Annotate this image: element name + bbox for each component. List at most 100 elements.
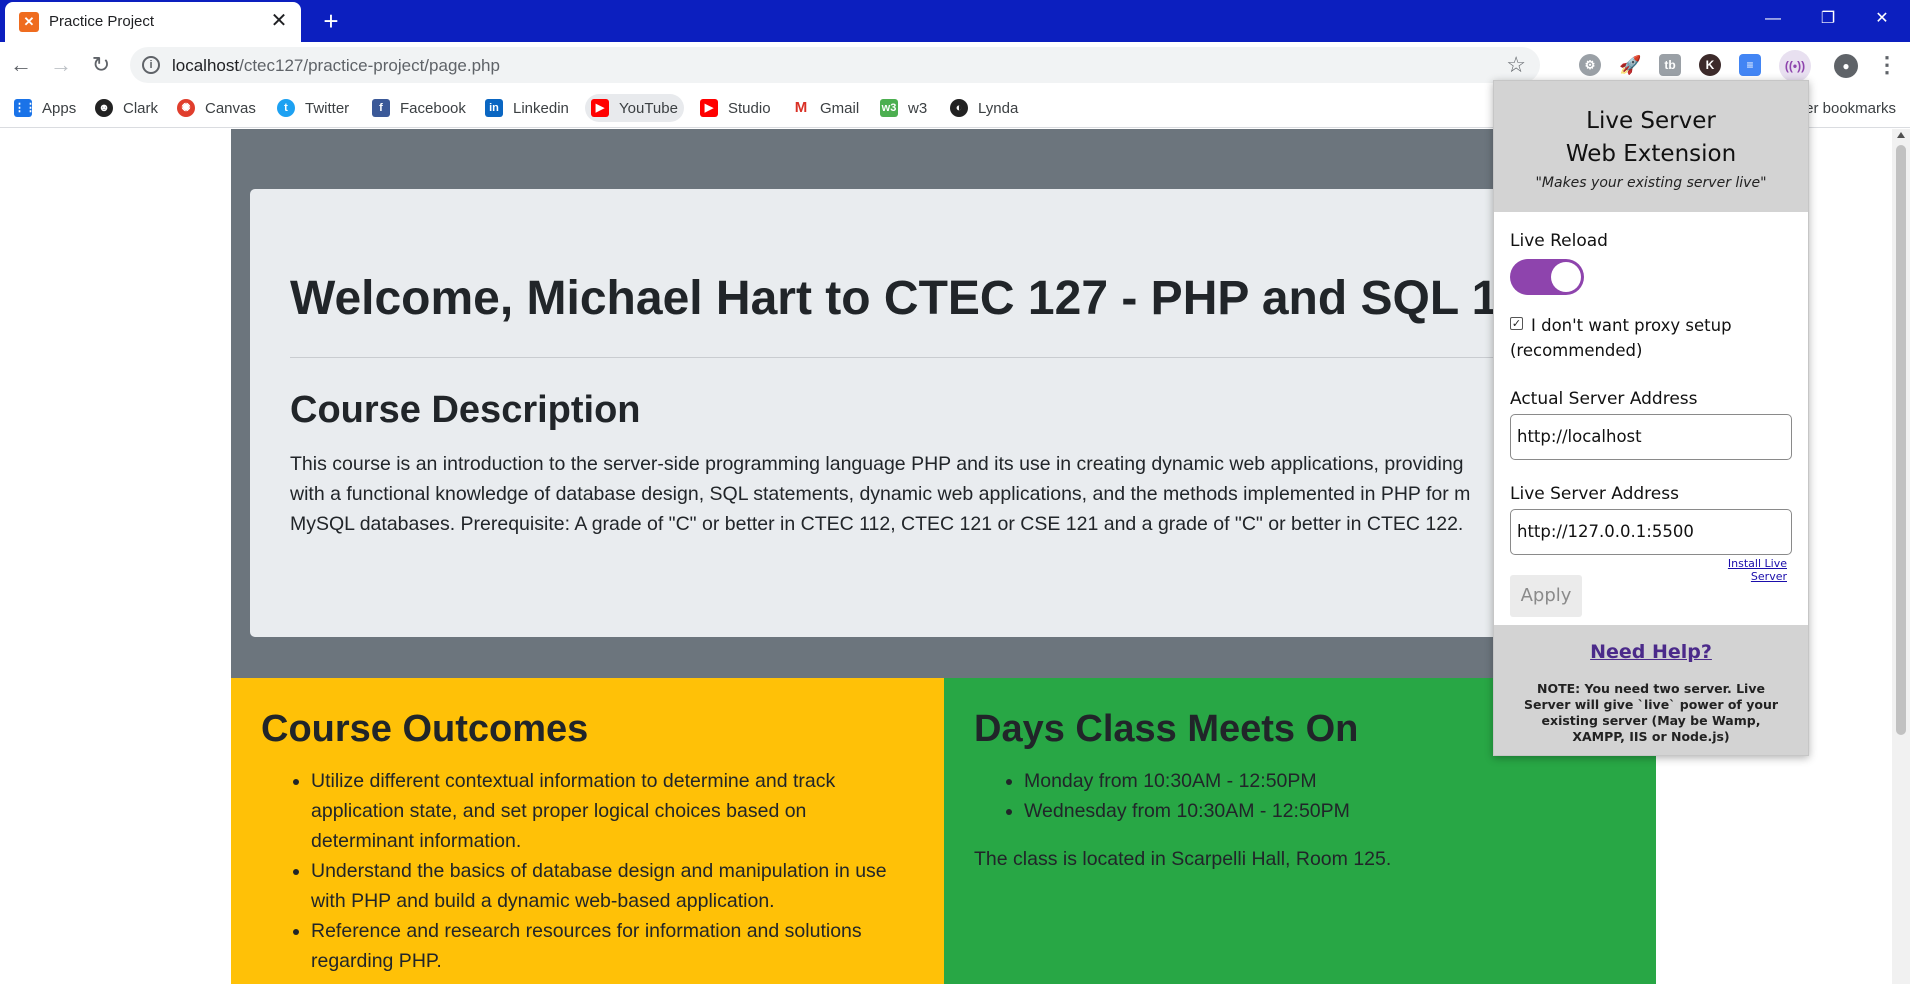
tb-extension-icon[interactable]: tb — [1659, 54, 1681, 76]
proxy-checkbox-label: I don't want proxy setup (recommended) — [1510, 316, 1732, 360]
live-server-label: Live Server Address — [1510, 484, 1679, 504]
live-server-extension-icon[interactable]: ((•)) — [1779, 50, 1811, 82]
description-line: This course is an introduction to the se… — [290, 453, 1464, 475]
description-line: MySQL databases. Prerequisite: A grade o… — [290, 513, 1464, 535]
live-server-input[interactable]: http://127.0.0.1:5500 — [1510, 509, 1792, 555]
apply-button[interactable]: Apply — [1510, 575, 1582, 617]
bookmark-label: Apps — [42, 99, 77, 117]
bookmark-youtube[interactable]: ▶ YouTube — [585, 94, 684, 122]
close-window-button[interactable]: ✕ — [1854, 0, 1910, 40]
install-live-server-link[interactable]: Install Live Server — [1689, 557, 1787, 583]
rocket-extension-icon[interactable]: 🚀 — [1619, 54, 1641, 76]
clark-logo-icon: ☻ — [95, 99, 113, 117]
jumbotron: Welcome, Michael Hart to CTEC 127 - PHP … — [250, 189, 1637, 637]
course-description-heading: Course Description — [290, 389, 641, 431]
bookmark-label: Gmail — [820, 99, 860, 117]
lynda-icon: ◐ — [950, 99, 968, 117]
scroll-up-arrow-icon[interactable] — [1897, 132, 1905, 138]
facebook-icon: f — [372, 99, 390, 117]
linkedin-icon: in — [485, 99, 503, 117]
gear-extension-icon[interactable]: ⚙ — [1579, 54, 1601, 76]
list-item: Utilize different contextual information… — [311, 766, 901, 856]
list-item: Understand the basics of database design… — [311, 856, 901, 916]
url-host: localhost — [172, 56, 240, 75]
course-description-text: This course is an introduction to the se… — [290, 449, 1590, 539]
site-info-icon[interactable]: i — [142, 56, 160, 74]
bookmark-canvas[interactable]: ✺ Canvas — [171, 94, 262, 122]
welcome-heading: Welcome, Michael Hart to CTEC 127 - PHP … — [290, 272, 1499, 325]
popup-note: NOTE: You need two server. Live Server w… — [1523, 681, 1779, 744]
twitter-icon: t — [277, 99, 295, 117]
bookmark-label: Twitter — [305, 99, 350, 117]
description-line: with a functional knowledge of database … — [290, 483, 1471, 505]
bookmark-w3[interactable]: w3 w3 — [874, 94, 933, 122]
divider — [290, 357, 1610, 358]
scrollbar-thumb[interactable] — [1896, 145, 1906, 735]
bookmark-label: Linkedin — [513, 99, 569, 117]
tab-title: Practice Project — [49, 13, 155, 30]
bookmark-label: YouTube — [619, 99, 678, 117]
class-location-text: The class is located in Scarpelli Hall, … — [974, 848, 1392, 870]
bookmark-label: Facebook — [400, 99, 466, 117]
address-bar[interactable]: i localhost/ctec127/practice-project/pag… — [130, 47, 1540, 83]
need-help-link[interactable]: Need Help? — [1494, 641, 1808, 663]
list-item: Monday from 10:30AM - 12:50PM — [1024, 766, 1614, 796]
list-extension-icon[interactable]: ≡ — [1739, 54, 1761, 76]
bookmark-label: Canvas — [205, 99, 256, 117]
page-scrollbar[interactable] — [1892, 129, 1910, 984]
live-server-popup: Live Server Web Extension "Makes your ex… — [1493, 80, 1809, 756]
list-item: Reference and research resources for inf… — [311, 916, 901, 976]
restore-button[interactable]: ❐ — [1800, 0, 1856, 40]
popup-title-line: Web Extension — [1565, 141, 1737, 167]
bookmark-linkedin[interactable]: in Linkedin — [479, 94, 575, 122]
browser-title-bar: ✕ Practice Project ✕ + — ❐ ✕ — [0, 0, 1910, 42]
popup-tagline: "Makes your existing server live" — [1535, 175, 1767, 191]
bookmark-label: Lynda — [978, 99, 1019, 117]
live-reload-toggle[interactable] — [1510, 259, 1584, 295]
class-days-list: Monday from 10:30AM - 12:50PM Wednesday … — [1024, 766, 1614, 826]
bookmark-label: Clark — [123, 99, 159, 117]
xampp-favicon-icon: ✕ — [19, 12, 39, 32]
class-days-heading: Days Class Meets On — [974, 708, 1359, 750]
actual-server-input[interactable]: http://localhost — [1510, 414, 1792, 460]
course-outcomes-heading: Course Outcomes — [261, 708, 589, 750]
k-extension-icon[interactable]: K — [1699, 54, 1721, 76]
new-tab-button[interactable]: + — [316, 6, 346, 36]
popup-header: Live Server Web Extension "Makes your ex… — [1494, 81, 1808, 212]
browser-tab-active[interactable]: ✕ Practice Project ✕ — [5, 2, 301, 42]
popup-footer: Need Help? NOTE: You need two server. Li… — [1494, 625, 1808, 755]
bookmark-facebook[interactable]: f Facebook — [366, 94, 472, 122]
popup-title-line: Live Server — [1586, 108, 1716, 134]
reload-icon[interactable]: ↻ — [86, 50, 116, 80]
tab-close-icon[interactable]: ✕ — [267, 9, 291, 33]
bookmark-label: Studio — [728, 99, 771, 117]
list-item: Wednesday from 10:30AM - 12:50PM — [1024, 796, 1614, 826]
jumbotron-container: Welcome, Michael Hart to CTEC 127 - PHP … — [231, 129, 1656, 678]
bookmark-twitter[interactable]: t Twitter — [271, 94, 355, 122]
course-outcomes-panel: Course Outcomes Utilize different contex… — [231, 678, 944, 984]
bookmark-apps[interactable]: ⋮⋮ Apps — [8, 94, 82, 122]
gmail-icon: M — [792, 99, 810, 117]
bookmark-clark[interactable]: ☻ Clark — [89, 94, 164, 122]
menu-kebab-icon[interactable]: ⋮ — [1872, 50, 1902, 80]
bookmark-label: w3 — [908, 99, 928, 117]
w3schools-icon: w3 — [880, 99, 898, 117]
actual-server-label: Actual Server Address — [1510, 389, 1698, 409]
minimize-button[interactable]: — — [1745, 0, 1801, 40]
bookmark-star-icon[interactable]: ☆ — [1506, 52, 1526, 78]
other-bookmarks[interactable]: er bookmarks — [1805, 100, 1896, 117]
youtube-studio-icon: ▶ — [700, 99, 718, 117]
popup-title: Live Server Web Extension — [1494, 105, 1808, 171]
bookmark-gmail[interactable]: M Gmail — [786, 94, 865, 122]
course-outcomes-list: Utilize different contextual information… — [311, 766, 901, 976]
toggle-knob — [1551, 262, 1581, 292]
canvas-logo-icon: ✺ — [177, 99, 195, 117]
back-arrow-icon[interactable]: ← — [6, 50, 36, 80]
url-text[interactable]: localhost/ctec127/practice-project/page.… — [172, 56, 500, 76]
bookmark-studio[interactable]: ▶ Studio — [694, 94, 777, 122]
forward-arrow-icon[interactable]: → — [46, 50, 76, 80]
apps-grid-icon: ⋮⋮ — [14, 99, 36, 117]
profile-avatar-icon[interactable]: ● — [1834, 54, 1858, 78]
bookmark-lynda[interactable]: ◐ Lynda — [944, 94, 1024, 122]
youtube-icon: ▶ — [591, 99, 609, 117]
